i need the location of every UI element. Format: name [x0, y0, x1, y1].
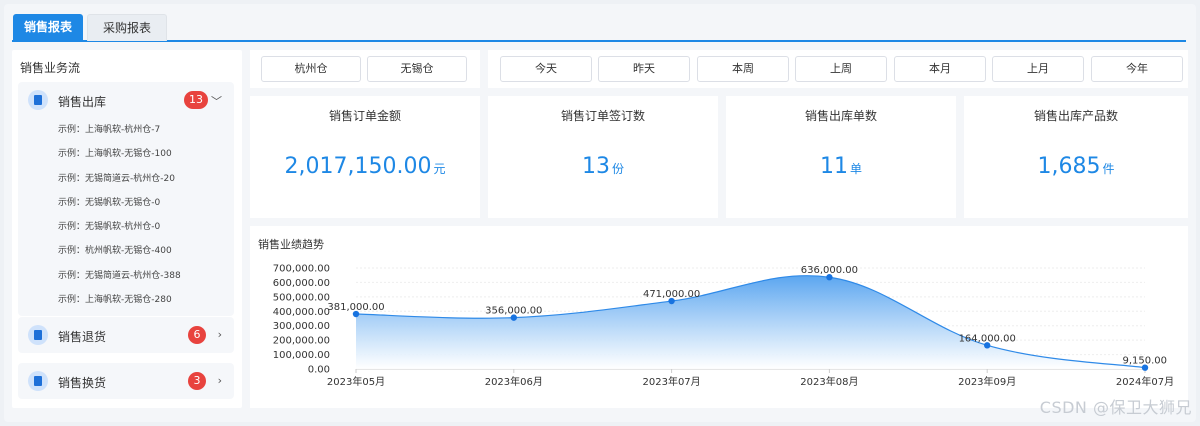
- stat-card-order-count: 销售订单签订数 13 份: [488, 96, 718, 218]
- data-label: 471,000.00: [643, 289, 700, 300]
- stat-value: 13 份: [488, 154, 718, 179]
- stat-value: 2,017,150.00 元: [250, 154, 480, 179]
- date-filter-last-week[interactable]: 上周: [795, 56, 887, 82]
- data-label: 9,150.00: [1122, 356, 1167, 367]
- list-item[interactable]: 示例：无锡帆软-无锡仓-0: [18, 191, 234, 215]
- stat-title: 销售出库产品数: [1033, 109, 1118, 123]
- sidebar-sublist: 示例：上海帆软-杭州仓-7 示例：上海帆软-无锡仓-100 示例：无锡简道云-杭…: [18, 118, 234, 316]
- sidebar: 销售业务流 销售出库 13 ﹀ 示例：上海帆软-杭州仓-7 示例：上海帆软-无锡…: [12, 50, 242, 408]
- x-tick-label: 2023年07月: [643, 375, 701, 388]
- stat-value: 11 单: [726, 154, 956, 179]
- y-tick-label: 0.00: [308, 365, 330, 376]
- tab-sales-report[interactable]: 销售报表: [13, 14, 83, 41]
- stat-number: 11: [819, 154, 848, 179]
- sidebar-group-label: 销售换货: [58, 376, 107, 390]
- sidebar-group-sales-outbound: 销售出库 13 ﹀ 示例：上海帆软-杭州仓-7 示例：上海帆软-无锡仓-100 …: [18, 82, 234, 317]
- list-item[interactable]: 示例：无锡简道云-杭州仓-20: [18, 167, 234, 191]
- list-item[interactable]: 示例：上海帆软-杭州仓-7: [18, 118, 234, 142]
- sales-trend-panel: 销售业绩趋势 0.00 100,000.00 200,000.00 300,000.0…: [250, 226, 1188, 408]
- stat-card-outbound-count: 销售出库单数 11 单: [726, 96, 956, 218]
- y-tick-label: 100,000.00: [273, 350, 330, 361]
- warehouse-button-hangzhou[interactable]: 杭州仓: [261, 56, 361, 82]
- warehouse-button-wuxi[interactable]: 无锡仓: [367, 56, 467, 82]
- count-badge: 6: [188, 326, 206, 344]
- document-icon: [28, 371, 48, 391]
- stat-title: 销售订单金额: [328, 109, 401, 123]
- stat-unit: 件: [1102, 162, 1115, 176]
- data-label: 356,000.00: [485, 306, 542, 317]
- list-item[interactable]: 示例：无锡简道云-杭州仓-388: [18, 264, 234, 288]
- list-item[interactable]: 示例：上海帆软-无锡仓-100: [18, 142, 234, 166]
- x-tick-label: 2024年07月: [1116, 375, 1174, 388]
- chevron-right-icon[interactable]: ›: [218, 328, 222, 341]
- sidebar-group-header[interactable]: 销售退货 6 ›: [18, 317, 234, 353]
- sidebar-group-label: 销售出库: [58, 95, 107, 109]
- stat-number: 2,017,150.00: [284, 154, 432, 179]
- tab-purchase-report[interactable]: 采购报表: [87, 14, 167, 41]
- area-fill: [356, 275, 1145, 369]
- data-label: 636,000.00: [801, 265, 858, 276]
- y-tick-label: 300,000.00: [273, 321, 330, 332]
- stat-card-product-count: 销售出库产品数 1,685 件: [964, 96, 1188, 218]
- date-filter-today[interactable]: 今天: [500, 56, 592, 82]
- data-label: 381,000.00: [327, 302, 384, 313]
- sales-trend-chart: 0.00 100,000.00 200,000.00 300,000.00 400,00…: [273, 264, 1174, 389]
- stat-unit: 单: [849, 162, 862, 176]
- stat-unit: 份: [611, 162, 624, 176]
- stat-number: 1,685: [1037, 154, 1101, 179]
- sidebar-group-header[interactable]: 销售出库 13 ﹀: [18, 82, 234, 118]
- report-tabs: 销售报表 采购报表: [12, 14, 1186, 42]
- data-label: 164,000.00: [959, 333, 1016, 344]
- x-tick-label: 2023年08月: [800, 375, 858, 388]
- date-filter-yesterday[interactable]: 昨天: [598, 56, 690, 82]
- date-filter-this-week[interactable]: 本周: [697, 56, 789, 82]
- y-tick-label: 400,000.00: [273, 307, 330, 318]
- y-tick-label: 700,000.00: [273, 264, 330, 275]
- stat-unit: 元: [433, 162, 446, 176]
- sidebar-title: 销售业务流: [20, 61, 81, 75]
- y-tick-label: 200,000.00: [273, 336, 330, 347]
- y-tick-label: 500,000.00: [273, 292, 330, 303]
- date-filter-this-month[interactable]: 本月: [894, 56, 986, 82]
- count-badge: 13: [184, 91, 208, 109]
- chevron-down-icon[interactable]: ﹀: [211, 93, 222, 109]
- list-item[interactable]: 示例：无锡帆软-杭州仓-0: [18, 215, 234, 239]
- stat-title: 销售订单签订数: [560, 109, 645, 123]
- watermark: CSDN @保卫大狮兄: [1039, 398, 1192, 417]
- sidebar-group-sales-exchange: 销售换货 3 ›: [18, 363, 234, 399]
- stat-card-order-amount: 销售订单金额 2,017,150.00 元: [250, 96, 480, 218]
- stat-title: 销售出库单数: [804, 109, 877, 123]
- list-item[interactable]: 示例：杭州帆软-无锡仓-400: [18, 239, 234, 263]
- stat-value: 1,685 件: [964, 154, 1188, 179]
- x-tick-label: 2023年06月: [485, 375, 543, 388]
- count-badge: 3: [188, 372, 206, 390]
- sidebar-group-label: 销售退货: [58, 330, 107, 344]
- list-item[interactable]: 示例：上海帆软-无锡仓-280: [18, 288, 234, 312]
- sidebar-group-sales-return: 销售退货 6 ›: [18, 317, 234, 353]
- date-filter-last-month[interactable]: 上月: [992, 56, 1084, 82]
- x-tick-label: 2023年05月: [327, 375, 385, 388]
- sidebar-group-header[interactable]: 销售换货 3 ›: [18, 363, 234, 399]
- stat-number: 13: [581, 154, 610, 179]
- document-icon: [28, 325, 48, 345]
- x-tick-label: 2023年09月: [958, 375, 1016, 388]
- chevron-right-icon[interactable]: ›: [218, 374, 222, 387]
- date-filter-this-year[interactable]: 今年: [1091, 56, 1183, 82]
- document-icon: [28, 90, 48, 110]
- y-tick-label: 600,000.00: [273, 278, 330, 289]
